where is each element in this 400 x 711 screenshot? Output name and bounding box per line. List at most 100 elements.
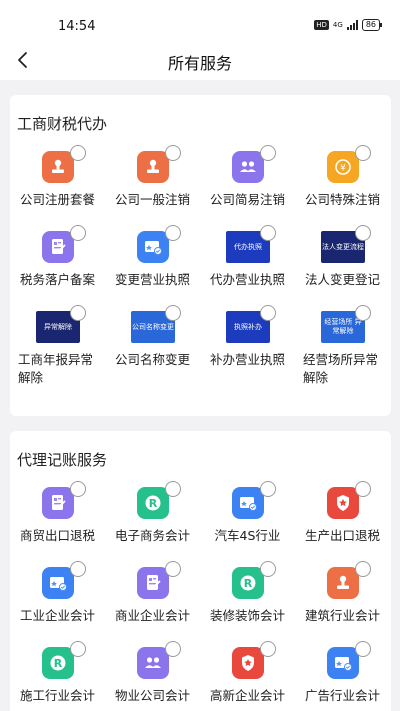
status-time: 14:54 <box>58 19 96 34</box>
section-card-business: 工商财税代办 公司注册套餐 公司一般注销 公司简易注销 ¥ 公司特殊注销税务落户备案 变更… <box>10 95 391 416</box>
service-item[interactable]: R 装修装饰会计 <box>200 561 295 647</box>
select-radio[interactable] <box>355 145 371 161</box>
service-item[interactable]: 变更营业执照 <box>105 225 200 311</box>
service-label: 工业企业会计 <box>19 608 95 623</box>
r-badge-icon: R <box>42 647 74 679</box>
select-radio[interactable] <box>70 225 86 241</box>
service-item[interactable]: 公司一般注销 <box>105 145 200 231</box>
service-item[interactable]: 高新企业会计 <box>200 641 295 711</box>
select-radio[interactable] <box>260 225 276 241</box>
banner-text: 法人变更流程 <box>322 242 364 251</box>
service-label: 代办营业执照 <box>209 272 285 287</box>
service-grid: 公司注册套餐 公司一般注销 公司简易注销 ¥ 公司特殊注销税务落户备案 变更营业执照 代办执… <box>10 145 391 403</box>
select-radio[interactable] <box>165 145 181 161</box>
service-item[interactable]: 公司名称变更 公司名称变更 <box>105 305 200 403</box>
hd-badge: HD <box>314 20 329 30</box>
service-label: 高新企业会计 <box>209 688 285 703</box>
select-radio[interactable] <box>355 305 371 321</box>
select-radio[interactable] <box>165 305 181 321</box>
banner-text: 经营场所 异常解除 <box>324 318 362 335</box>
service-item[interactable]: 建筑行业会计 <box>295 561 390 647</box>
service-item[interactable]: 代办执照 代办营业执照 <box>200 225 295 311</box>
service-grid: 商贸出口退税 R 电子商务会计 汽车4S行业 生产出口退税工业企业会计 商业企业会计 R 装修… <box>10 481 391 711</box>
license-icon <box>232 487 264 519</box>
select-radio[interactable] <box>260 145 276 161</box>
service-label: 经营场所异常解除 <box>303 352 379 385</box>
select-radio[interactable] <box>165 481 181 497</box>
service-label: 工商年报异常解除 <box>18 352 94 385</box>
select-radio[interactable] <box>355 481 371 497</box>
service-item[interactable]: 物业公司会计 <box>105 641 200 711</box>
service-label: 公司一般注销 <box>114 192 190 207</box>
select-radio[interactable] <box>165 225 181 241</box>
service-item[interactable]: 汽车4S行业 <box>200 481 295 567</box>
svg-text:R: R <box>149 497 158 510</box>
select-radio[interactable] <box>260 561 276 577</box>
network-label: 4G <box>332 20 343 29</box>
section-title: 工商财税代办 <box>17 115 108 133</box>
service-item[interactable]: R 电子商务会计 <box>105 481 200 567</box>
service-label: 施工行业会计 <box>19 688 95 703</box>
select-radio[interactable] <box>70 145 86 161</box>
service-item[interactable]: 税务落户备案 <box>10 225 105 311</box>
license-icon <box>327 647 359 679</box>
svg-text:R: R <box>244 577 253 590</box>
select-radio[interactable] <box>260 481 276 497</box>
status-bar: 14:54 HD 4G 86 <box>0 0 400 40</box>
signal-icon <box>346 20 358 30</box>
service-item[interactable]: 经营场所 异常解除经营场所异常解除 <box>295 305 390 403</box>
select-radio[interactable] <box>260 641 276 657</box>
select-radio[interactable] <box>70 561 86 577</box>
svg-text:R: R <box>54 657 63 670</box>
select-radio[interactable] <box>70 641 86 657</box>
r-badge-icon: R <box>137 487 169 519</box>
select-radio[interactable] <box>165 641 181 657</box>
select-radio[interactable] <box>70 481 86 497</box>
service-item[interactable]: 执照补办 补办营业执照 <box>200 305 295 403</box>
service-label: 物业公司会计 <box>114 688 190 703</box>
service-item[interactable]: 生产出口退税 <box>295 481 390 567</box>
service-item[interactable]: 商贸出口退税 <box>10 481 105 567</box>
license-icon <box>42 567 74 599</box>
service-item[interactable]: 广告行业会计 <box>295 641 390 711</box>
select-radio[interactable] <box>260 305 276 321</box>
service-label: 生产出口退税 <box>304 528 380 543</box>
section-title: 代理记账服务 <box>17 451 108 469</box>
service-item[interactable]: 商业企业会计 <box>105 561 200 647</box>
service-item[interactable]: 公司注册套餐 <box>10 145 105 231</box>
service-item[interactable]: 法人变更流程 法人变更登记 <box>295 225 390 311</box>
service-item[interactable]: 工业企业会计 <box>10 561 105 647</box>
service-label: 税务落户备案 <box>19 272 95 287</box>
page-title: 所有服务 <box>167 54 232 73</box>
select-radio[interactable] <box>355 641 371 657</box>
nav-bar: 所有服务 <box>0 40 400 80</box>
service-label: 公司简易注销 <box>209 192 285 207</box>
service-label: 电子商务会计 <box>114 528 190 543</box>
svg-text:¥: ¥ <box>340 164 346 174</box>
status-indicators: HD 4G 86 <box>314 19 383 31</box>
service-label: 公司名称变更 <box>114 352 190 367</box>
select-radio[interactable] <box>355 225 371 241</box>
select-radio[interactable] <box>70 305 86 321</box>
service-label: 公司特殊注销 <box>304 192 380 207</box>
stamp-icon <box>137 151 169 183</box>
service-item[interactable]: 异常解除工商年报异常解除 <box>10 305 105 403</box>
service-label: 装修装饰会计 <box>209 608 285 623</box>
stamp-icon <box>42 151 74 183</box>
service-item[interactable]: R 施工行业会计 <box>10 641 105 711</box>
license-icon <box>137 231 169 263</box>
stamp-icon <box>327 567 359 599</box>
service-label: 广告行业会计 <box>304 688 380 703</box>
service-label: 建筑行业会计 <box>304 608 380 623</box>
select-radio[interactable] <box>355 561 371 577</box>
banner-text: 公司名称变更 <box>132 322 174 331</box>
select-radio[interactable] <box>165 561 181 577</box>
service-label: 汽车4S行业 <box>214 528 281 543</box>
shield-star-icon <box>327 487 359 519</box>
service-label: 变更营业执照 <box>114 272 190 287</box>
service-item[interactable]: 公司简易注销 <box>200 145 295 231</box>
battery-icon: 86 <box>361 19 383 31</box>
service-item[interactable]: ¥ 公司特殊注销 <box>295 145 390 231</box>
service-label: 公司注册套餐 <box>19 192 95 207</box>
banner-text: 异常解除 <box>44 322 72 331</box>
